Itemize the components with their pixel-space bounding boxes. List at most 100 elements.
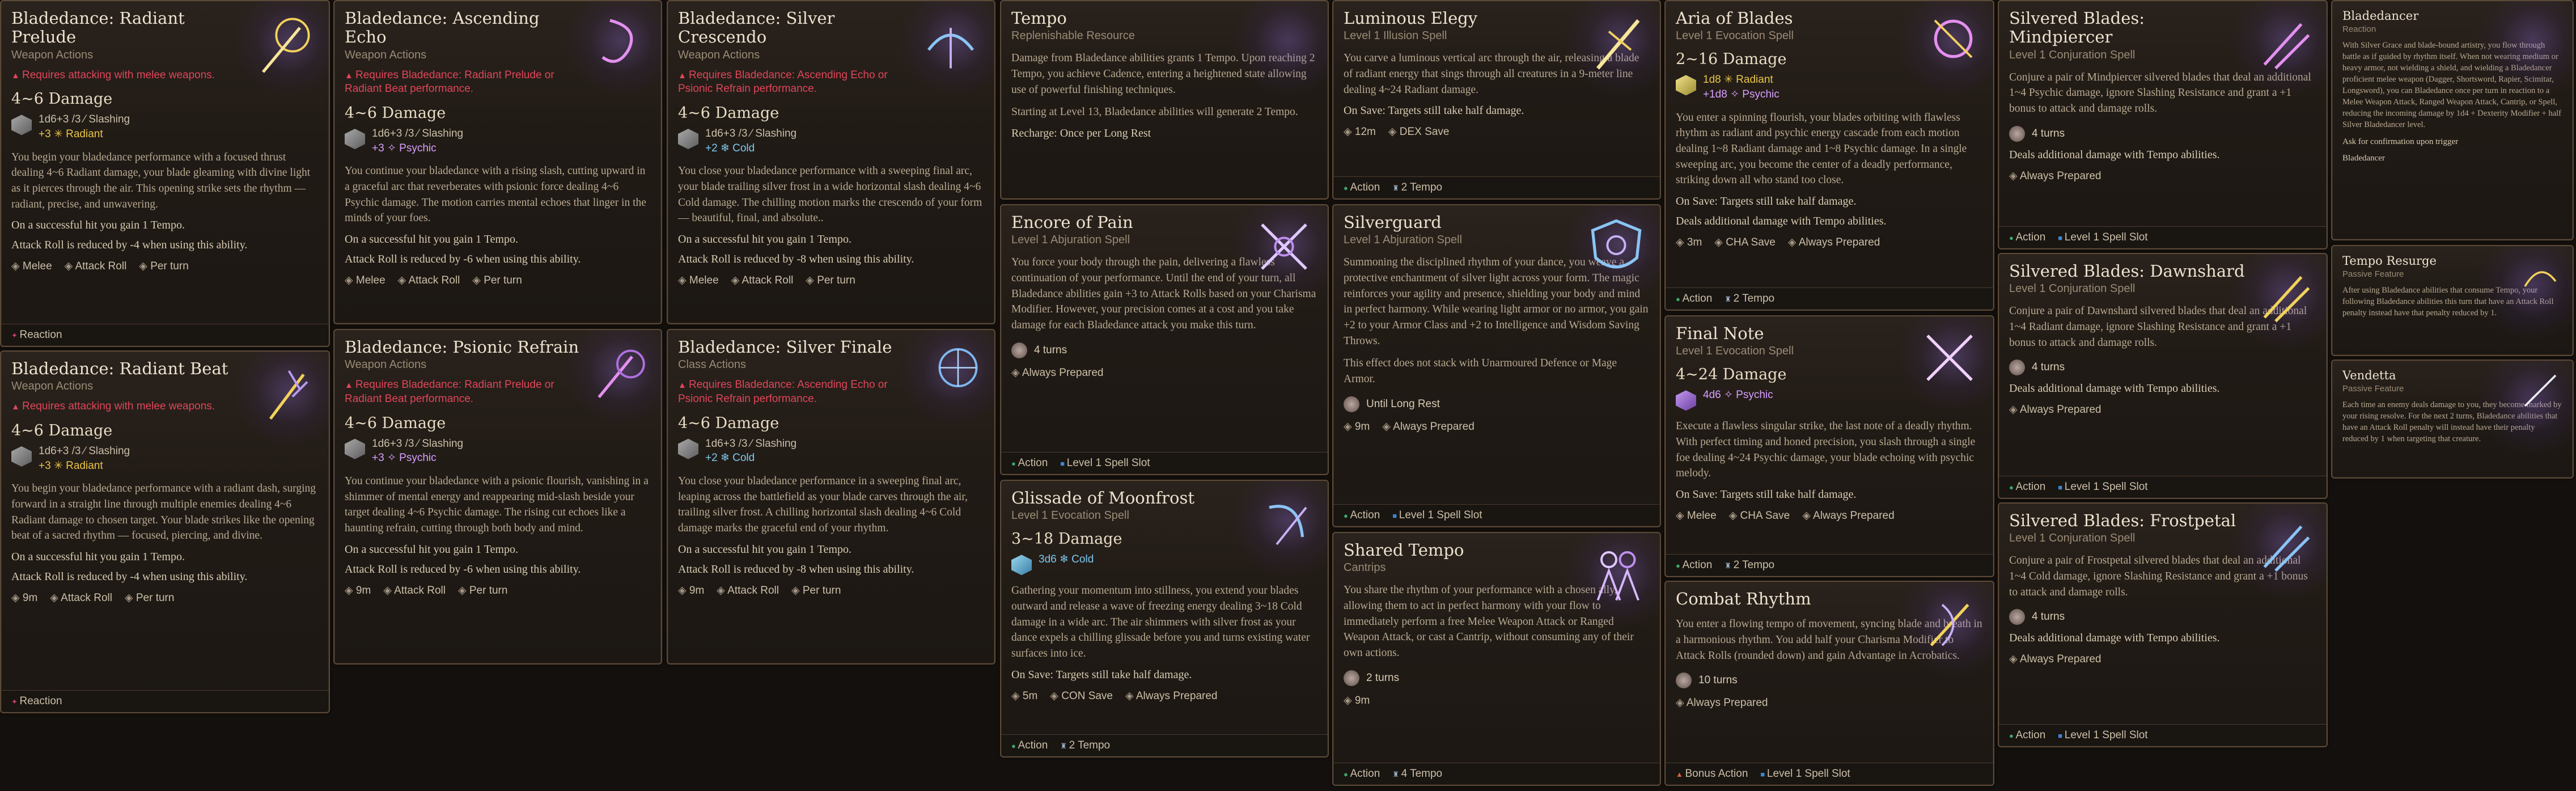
meta-row: Always Prepared xyxy=(2009,653,2316,666)
duration-row: 4 turns xyxy=(2009,609,2316,625)
duration-label: 2 turns xyxy=(1366,671,1400,684)
save-type-label: DEX Save xyxy=(1388,125,1450,138)
action-cost: Action xyxy=(2009,729,2045,742)
card-description: You enter a spinning flourish, your blad… xyxy=(1676,111,1967,187)
card-tempo-resurge[interactable]: Tempo Resurge Passive Feature After usin… xyxy=(2331,245,2574,356)
card-description: With Silver Grace and blade-bound artist… xyxy=(2342,41,2561,130)
attack-penalty: Attack Roll is reduced by -6 when using … xyxy=(345,253,581,266)
meta-row: 9m Attack Roll Per turn xyxy=(345,584,651,597)
frequency-label: Per turn xyxy=(125,591,175,604)
card-tempo[interactable]: Tempo Replenishable Resource Damage from… xyxy=(1000,0,1329,200)
tempo-bonus-note: Deals additional damage with Tempo abili… xyxy=(1676,215,1887,228)
card-subtitle: Level 1 Conjuration Spell xyxy=(2009,532,2136,545)
duration-icon xyxy=(1676,672,1692,689)
d6-icon xyxy=(345,438,365,459)
roll-label: Attack Roll xyxy=(731,274,793,287)
card-dawnshard[interactable]: Silvered Blades: Dawnshard Level 1 Conju… xyxy=(1998,253,2328,499)
prepared-label: Always Prepared xyxy=(1802,509,1895,522)
card-subtitle: Passive Feature xyxy=(2342,269,2404,280)
dice-block: 1d6+3 /3 ⁄ Slashing +2 ❄ Cold xyxy=(678,126,984,155)
card-description: Conjure a pair of Frostpetal silvered bl… xyxy=(2009,555,2308,598)
card-description: You close your bladedance performance wi… xyxy=(678,165,982,225)
meta-row: 9m Attack Roll Per turn xyxy=(678,584,984,597)
card-title: Bladedance: Ascending Echo xyxy=(345,9,540,47)
duration-label: 4 turns xyxy=(2032,361,2065,374)
action-cost: Action xyxy=(1344,768,1380,780)
card-glissade[interactable]: Glissade of Moonfrost Level 1 Evocation … xyxy=(1000,480,1329,758)
tempo-gain: On a successful hit you gain 1 Tempo. xyxy=(345,233,518,246)
card-vendetta[interactable]: Vendetta Passive Feature Each time an en… xyxy=(2331,359,2574,479)
damage-range: 3~18 Damage xyxy=(1011,530,1122,548)
card-silverguard[interactable]: Silverguard Level 1 Abjuration Spell Sum… xyxy=(1332,204,1661,527)
prepared-label: Always Prepared xyxy=(1382,420,1475,433)
card-title: Silvered Blades: Dawnshard xyxy=(2009,261,2245,281)
damage-range: 2~16 Damage xyxy=(1676,50,1787,69)
card-footer: Action Level 1 Spell Slot xyxy=(1999,724,2327,746)
card-title: Aria of Blades xyxy=(1676,9,1793,28)
dice-block: 1d6+3 /3 ⁄ Slashing +2 ❄ Cold xyxy=(678,437,984,466)
dice-block: 4d6 ✧ Psychic xyxy=(1676,388,1983,411)
card-description: You close your bladedance performance in… xyxy=(678,475,968,535)
action-cost: Action xyxy=(1676,559,1712,572)
tempo-gain: On a successful hit you gain 1 Tempo. xyxy=(678,233,851,246)
range-label: 9m xyxy=(1344,694,1370,707)
tempo-cost: 2 Tempo xyxy=(1060,739,1111,752)
prepared-label: Always Prepared xyxy=(2009,653,2102,666)
tempo-level-note: Starting at Level 13, Bladedance abiliti… xyxy=(1011,106,1298,119)
dice-radiant: 1d8 ✳ Radiant xyxy=(1703,74,1773,86)
tempo-bonus-note: Deals additional damage with Tempo abili… xyxy=(2009,632,2220,645)
card-final-note[interactable]: Final Note Level 1 Evocation Spell 4~24 … xyxy=(1664,315,1994,577)
spell-slot-cost: Level 1 Spell Slot xyxy=(1760,768,1850,780)
card-silver-crescendo[interactable]: Bladedance: Silver Crescendo Weapon Acti… xyxy=(667,0,995,324)
card-footer: Action Level 1 Spell Slot xyxy=(1999,476,2327,498)
card-radiant-beat[interactable]: Bladedance: Radiant Beat Weapon Actions … xyxy=(0,350,330,713)
dice-slashing: 1d6+3 /3 ⁄ Slashing xyxy=(39,113,130,126)
card-subtitle: Weapon Actions xyxy=(678,48,760,61)
card-combat-rhythm[interactable]: Combat Rhythm You enter a flowing tempo … xyxy=(1664,581,1994,786)
card-title: Luminous Elegy xyxy=(1344,9,1478,28)
meta-row: 12m DEX Save xyxy=(1344,125,1650,138)
card-subtitle: Level 1 Evocation Spell xyxy=(1676,345,1794,358)
d6-icon xyxy=(11,115,32,136)
card-luminous-elegy[interactable]: Luminous Elegy Level 1 Illusion Spell Yo… xyxy=(1332,0,1661,200)
card-psionic-refrain[interactable]: Bladedance: Psionic Refrain Weapon Actio… xyxy=(333,329,662,665)
range-label: Melee xyxy=(1676,509,1717,522)
card-aria-of-blades[interactable]: Aria of Blades Level 1 Evocation Spell 2… xyxy=(1664,0,1994,311)
damage-range: 4~6 Damage xyxy=(678,414,779,432)
range-label: 9m xyxy=(11,591,37,604)
dice-slashing: 1d6+3 /3 ⁄ Slashing xyxy=(372,437,464,450)
card-footer: Reaction xyxy=(1,324,329,346)
tempo-paragraph: Damage from Bladedance abilities grants … xyxy=(1011,52,1315,96)
roll-label: Attack Roll xyxy=(50,591,112,604)
card-subtitle: Class Actions xyxy=(678,358,747,371)
range-label: Melee xyxy=(345,274,385,287)
tempo-gain: On a successful hit you gain 1 Tempo. xyxy=(11,551,185,564)
duration-icon xyxy=(1011,342,1027,358)
d6-icon xyxy=(1011,555,1032,576)
damage-range: 4~6 Damage xyxy=(345,414,446,432)
card-frostpetal[interactable]: Silvered Blades: Frostpetal Level 1 Conj… xyxy=(1998,502,2328,747)
card-silver-finale[interactable]: Bladedance: Silver Finale Class Actions … xyxy=(667,329,995,665)
card-footer: Reaction xyxy=(1,690,329,712)
card-radiant-prelude[interactable]: Bladedance: Radiant Prelude Weapon Actio… xyxy=(0,0,330,347)
confirmation-toggle[interactable]: Ask for confirmation upon trigger xyxy=(2342,137,2562,147)
card-subtitle: Level 1 Conjuration Spell xyxy=(2009,48,2136,61)
card-shared-tempo[interactable]: Shared Tempo Cantrips You share the rhyt… xyxy=(1332,532,1661,786)
card-mindpiercer[interactable]: Silvered Blades: Mindpiercer Level 1 Con… xyxy=(1998,0,2328,249)
duration-icon xyxy=(2009,125,2025,142)
card-ascending-echo[interactable]: Bladedance: Ascending Echo Weapon Action… xyxy=(333,0,662,324)
card-bladedancer[interactable]: Bladedancer Reaction With Silver Grace a… xyxy=(2331,0,2574,240)
duration-row: 4 turns xyxy=(1011,342,1317,358)
attack-penalty: Attack Roll is reduced by -4 when using … xyxy=(11,239,248,252)
action-cost: Action xyxy=(1344,181,1380,194)
card-title: Bladedance: Silver Finale xyxy=(678,337,892,357)
dice-block: 3d6 ❄ Cold xyxy=(1011,552,1317,576)
card-encore[interactable]: Encore of Pain Level 1 Abjuration Spell … xyxy=(1000,204,1329,475)
meta-row: Always Prepared xyxy=(2009,170,2316,183)
meta-row: 3m CHA Save Always Prepared xyxy=(1676,236,1983,249)
card-description: Gathering your momentum into stillness, … xyxy=(1011,585,1310,660)
meta-row: Always Prepared xyxy=(1676,696,1983,709)
bladedancer-tag: Bladedancer xyxy=(2342,154,2385,163)
attack-penalty: Attack Roll is reduced by -8 when using … xyxy=(678,562,914,576)
prepared-label: Always Prepared xyxy=(1788,236,1880,249)
